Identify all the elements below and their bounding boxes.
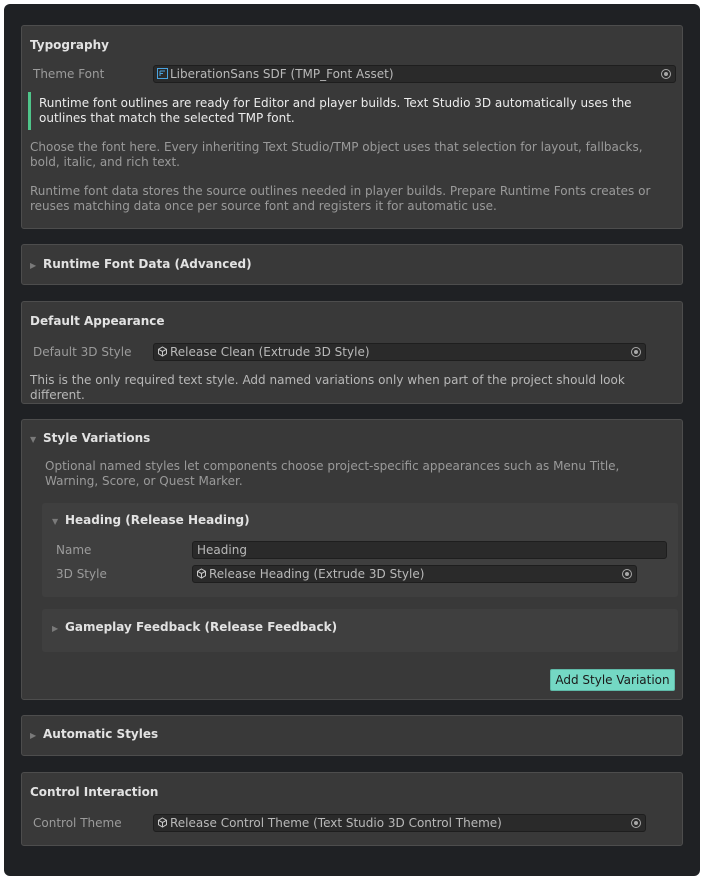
style-asset-icon [197, 568, 206, 579]
control-theme-label: Control Theme [33, 816, 122, 830]
variation-feedback-foldout[interactable]: ▶ Gameplay Feedback (Release Feedback) [52, 620, 337, 634]
object-picker-icon[interactable] [622, 569, 632, 579]
variation-name-label: Name [56, 543, 92, 557]
style-variations-help: Optional named styles let components cho… [45, 459, 620, 488]
chevron-right-icon: ▶ [52, 624, 59, 633]
style-variations-foldout[interactable]: ▼ Style Variations [30, 431, 150, 445]
default-appearance-section: Default Appearance Default 3D Style Rele… [21, 301, 683, 404]
object-picker-icon[interactable] [631, 347, 641, 357]
automatic-styles-title: Automatic Styles [43, 727, 159, 741]
default-style-label: Default 3D Style [33, 345, 132, 359]
automatic-styles-section[interactable]: ▶ Automatic Styles [21, 715, 683, 756]
font-ready-callout: Runtime font outlines are ready for Edit… [28, 92, 678, 130]
theme-font-value: LiberationSans SDF (TMP_Font Asset) [170, 67, 394, 81]
default-appearance-title: Default Appearance [30, 314, 165, 328]
style-asset-icon [158, 346, 167, 357]
chevron-right-icon: ▶ [30, 261, 37, 270]
variation-feedback-panel[interactable]: ▶ Gameplay Feedback (Release Feedback) [42, 609, 678, 652]
chevron-right-icon: ▶ [30, 731, 37, 740]
variation-heading-foldout[interactable]: ▼ Heading (Release Heading) [52, 513, 250, 527]
automatic-styles-foldout[interactable]: ▶ Automatic Styles [30, 727, 158, 741]
control-theme-field[interactable]: Release Control Theme (Text Studio 3D Co… [153, 814, 646, 832]
variation-feedback-title: Gameplay Feedback (Release Feedback) [65, 620, 338, 634]
font-asset-icon [157, 68, 168, 79]
default-appearance-help: This is the only required text style. Ad… [30, 373, 625, 402]
variation-style-label: 3D Style [56, 567, 107, 581]
variation-heading-panel: ▼ Heading (Release Heading) Name Heading … [42, 503, 678, 597]
typography-title: Typography [30, 38, 109, 52]
variation-style-field[interactable]: Release Heading (Extrude 3D Style) [192, 565, 637, 583]
typography-section: Typography Theme Font LiberationSans SDF… [21, 25, 683, 229]
runtime-font-data-title: Runtime Font Data (Advanced) [43, 257, 252, 271]
inspector-window: Typography Theme Font LiberationSans SDF… [4, 4, 700, 876]
object-picker-icon[interactable] [631, 818, 641, 828]
variation-heading-title: Heading (Release Heading) [65, 513, 250, 527]
typography-help-choose: Choose the font here. Every inheriting T… [30, 140, 643, 169]
runtime-font-data-section[interactable]: ▶ Runtime Font Data (Advanced) [21, 244, 683, 285]
style-variations-section: ▼ Style Variations Optional named styles … [21, 419, 683, 700]
style-variations-title: Style Variations [43, 431, 151, 445]
control-theme-value: Release Control Theme (Text Studio 3D Co… [170, 816, 502, 830]
default-style-field[interactable]: Release Clean (Extrude 3D Style) [153, 343, 646, 361]
control-interaction-title: Control Interaction [30, 785, 159, 799]
theme-asset-icon [158, 817, 167, 828]
default-style-value: Release Clean (Extrude 3D Style) [170, 345, 370, 359]
chevron-down-icon: ▼ [30, 435, 37, 444]
runtime-font-data-foldout[interactable]: ▶ Runtime Font Data (Advanced) [30, 257, 252, 271]
control-interaction-section: Control Interaction Control Theme Releas… [21, 772, 683, 846]
variation-name-input[interactable]: Heading [192, 541, 667, 559]
variation-name-value: Heading [197, 543, 247, 557]
chevron-down-icon: ▼ [52, 517, 59, 526]
variation-style-value: Release Heading (Extrude 3D Style) [209, 567, 425, 581]
typography-help-runtime: Runtime font data stores the source outl… [30, 184, 651, 213]
add-style-variation-button[interactable]: Add Style Variation [550, 669, 675, 691]
theme-font-label: Theme Font [33, 67, 105, 81]
theme-font-field[interactable]: LiberationSans SDF (TMP_Font Asset) [153, 65, 676, 83]
object-picker-icon[interactable] [661, 69, 671, 79]
